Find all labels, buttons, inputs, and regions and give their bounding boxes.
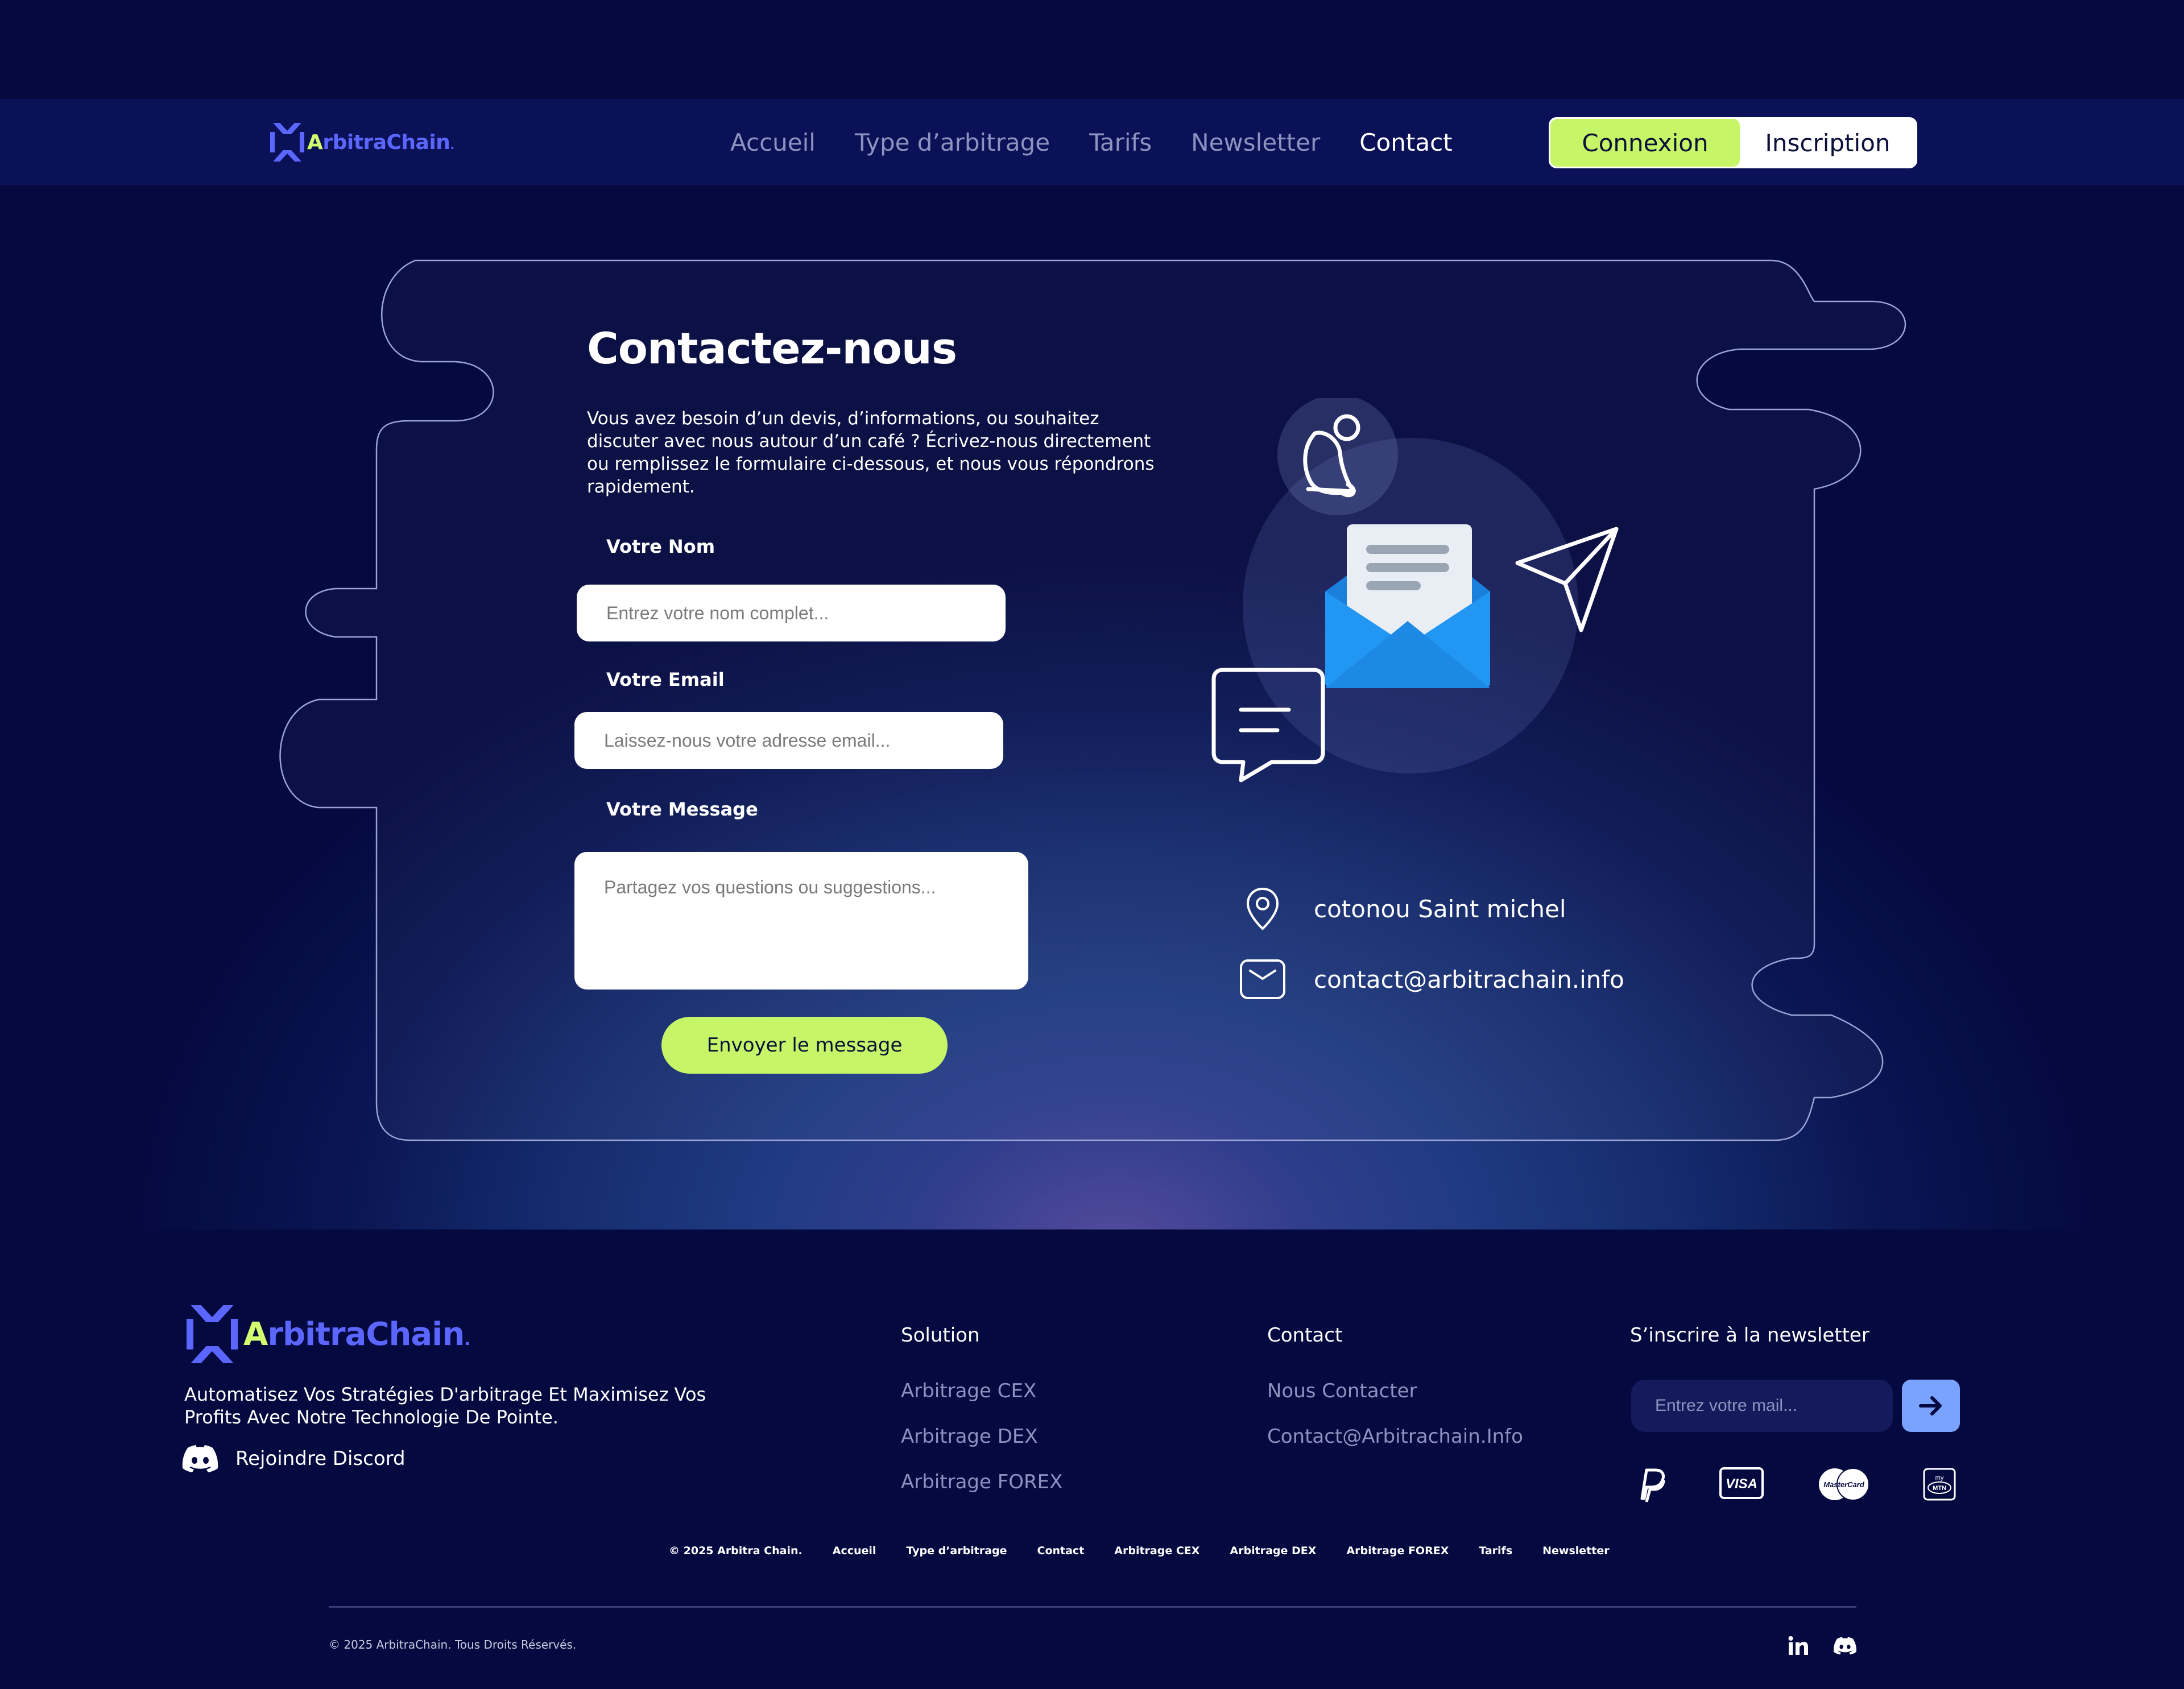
bottom-link-arbitrage-dex[interactable]: Arbitrage DEX: [1230, 1545, 1316, 1557]
nav-link-newsletter[interactable]: Newsletter: [1191, 129, 1320, 156]
nav-links: Accueil Type d’arbitrage Tarifs Newslett…: [730, 124, 1453, 160]
footer-tagline: Automatisez Vos Stratégies D'arbitrage E…: [184, 1384, 706, 1428]
newsletter-title: S’inscrire à la newsletter: [1630, 1324, 1869, 1347]
page-title: Contactez-nous: [587, 323, 957, 374]
discord-icon[interactable]: [1833, 1634, 1858, 1657]
svg-text:VISA: VISA: [1726, 1476, 1757, 1492]
logo-text: ArbitraChain.: [307, 130, 454, 154]
join-discord-link[interactable]: Rejoindre Discord: [182, 1444, 406, 1473]
nav-link-contact[interactable]: Contact: [1359, 129, 1452, 156]
location-pin-icon: [1239, 885, 1287, 933]
address-row: cotonou Saint michel: [1239, 885, 1566, 933]
footer-link-arbitrage-forex[interactable]: Arbitrage FOREX: [901, 1471, 1062, 1493]
mail-icon: [1239, 955, 1287, 1003]
message-textarea[interactable]: [574, 852, 1028, 990]
bell-icon: [1277, 398, 1398, 515]
send-message-button[interactable]: Envoyer le message: [661, 1017, 948, 1074]
contact-illustration: [1211, 398, 1619, 783]
signup-button[interactable]: Inscription: [1740, 119, 1916, 167]
email-label: Votre Email: [606, 669, 725, 690]
bottom-link-type-arbitrage[interactable]: Type d’arbitrage: [906, 1545, 1007, 1557]
footer-divider: [329, 1606, 1856, 1608]
bottom-link-arbitrage-forex[interactable]: Arbitrage FOREX: [1346, 1545, 1449, 1557]
arrow-right-icon: [1919, 1396, 1942, 1415]
bottom-link-newsletter[interactable]: Newsletter: [1542, 1545, 1609, 1557]
footer-link-arbitrage-cex[interactable]: Arbitrage CEX: [901, 1380, 1036, 1402]
join-discord-label: Rejoindre Discord: [235, 1447, 406, 1470]
name-input[interactable]: [577, 585, 1006, 641]
footer-logo[interactable]: ArbitraChain.: [183, 1300, 470, 1368]
newsletter-email-input[interactable]: [1631, 1380, 1893, 1432]
contact-column-title: Contact: [1267, 1324, 1343, 1347]
bottom-link-tarifs[interactable]: Tarifs: [1479, 1545, 1512, 1557]
mtn-momo-icon: my MTN: [1922, 1467, 1956, 1501]
footer-link-arbitrage-dex[interactable]: Arbitrage DEX: [901, 1425, 1038, 1448]
visa-icon: VISA: [1719, 1466, 1764, 1500]
email-row: contact@arbitrachain.info: [1239, 955, 1624, 1003]
svg-text:my: my: [1935, 1475, 1944, 1481]
email-input[interactable]: [574, 712, 1003, 769]
login-button[interactable]: Connexion: [1550, 119, 1740, 167]
logo[interactable]: ArbitraChain.: [268, 119, 454, 165]
copyright-text: © 2025 ArbitraChain. Tous Droits Réservé…: [329, 1638, 577, 1651]
footer-logo-text: ArbitraChain.: [243, 1315, 470, 1353]
arbitrachain-logo-icon: [270, 123, 304, 162]
envelope-icon: [1325, 524, 1490, 688]
linkedin-icon[interactable]: [1787, 1634, 1810, 1657]
nav-link-type-arbitrage[interactable]: Type d’arbitrage: [855, 129, 1050, 156]
nav-link-tarifs[interactable]: Tarifs: [1089, 129, 1152, 156]
footer-link-contact-email[interactable]: Contact@Arbitrachain.Info: [1267, 1425, 1523, 1448]
paypal-icon: [1630, 1465, 1670, 1505]
newsletter-submit-button[interactable]: [1902, 1380, 1960, 1432]
name-label: Votre Nom: [606, 536, 715, 557]
svg-text:MasterCard: MasterCard: [1823, 1480, 1865, 1489]
message-label: Votre Message: [606, 798, 758, 820]
navbar: ArbitraChain. Accueil Type d’arbitrage T…: [0, 99, 2184, 185]
arbitrachain-logo-icon: [187, 1305, 238, 1363]
footer-link-nous-contacter[interactable]: Nous Contacter: [1267, 1380, 1417, 1402]
bottom-copyright: © 2025 Arbitra Chain.: [669, 1545, 803, 1557]
email-text[interactable]: contact@arbitrachain.info: [1314, 966, 1624, 993]
solution-title: Solution: [901, 1324, 980, 1347]
footer-bottom-links: © 2025 Arbitra Chain. Accueil Type d’arb…: [669, 1542, 1610, 1559]
svg-text:MTN: MTN: [1933, 1485, 1946, 1492]
bottom-link-accueil[interactable]: Accueil: [833, 1545, 876, 1557]
mastercard-icon: MasterCard: [1815, 1466, 1872, 1502]
contact-description: Vous avez besoin d’un devis, d’informati…: [587, 408, 1155, 497]
discord-icon: [182, 1445, 218, 1472]
bottom-link-arbitrage-cex[interactable]: Arbitrage CEX: [1114, 1545, 1199, 1557]
hero-background: [16, 185, 2184, 1230]
auth-buttons: Connexion Inscription: [1549, 117, 1917, 168]
address-text: cotonou Saint michel: [1314, 895, 1566, 923]
bottom-link-contact[interactable]: Contact: [1037, 1545, 1085, 1557]
nav-link-accueil[interactable]: Accueil: [730, 129, 816, 156]
